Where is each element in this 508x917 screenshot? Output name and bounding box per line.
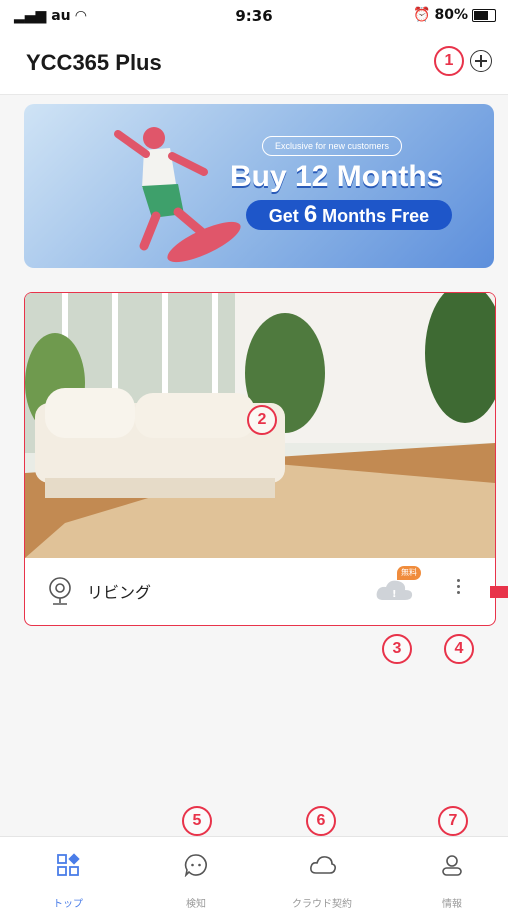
promo-sub-suffix: Months Free bbox=[317, 206, 430, 226]
tab-label-info: 情報 bbox=[442, 899, 462, 910]
promo-sub-prefix: Get bbox=[268, 206, 304, 226]
grid-icon bbox=[57, 853, 80, 876]
annotation-marker-4: 4 bbox=[444, 634, 474, 664]
add-device-button[interactable] bbox=[470, 50, 492, 72]
tab-label-detection: 検知 bbox=[186, 899, 206, 910]
battery-percent: 80% bbox=[434, 7, 468, 23]
cloud-storage-icon[interactable]: ! bbox=[375, 576, 415, 604]
annotation-marker-7: 7 bbox=[438, 806, 468, 836]
tab-cloud-plan[interactable]: クラウド契約 bbox=[272, 837, 372, 917]
promo-banner[interactable]: Exclusive for new customers Buy 12 Month… bbox=[24, 104, 494, 268]
status-right: ⏰ 80% bbox=[413, 7, 496, 23]
camera-card[interactable]: 2 リビング ! 無料 bbox=[24, 292, 496, 626]
promo-tag: Exclusive for new customers bbox=[262, 136, 403, 156]
annotation-marker-2: 2 bbox=[247, 405, 277, 435]
promo-headline: Buy 12 Months bbox=[230, 160, 444, 193]
skater-illustration bbox=[114, 127, 241, 263]
user-icon bbox=[442, 855, 462, 876]
svg-text:!: ! bbox=[392, 589, 397, 600]
annotation-connector bbox=[490, 586, 508, 598]
annotation-marker-1: 1 bbox=[434, 46, 464, 76]
status-bar: ▂▄▆ au ◠ 9:36 ⏰ 80% bbox=[0, 0, 508, 30]
tab-info[interactable]: 情報 bbox=[402, 837, 502, 917]
tab-label-top: トップ bbox=[53, 899, 83, 910]
promo-subline: Get 6 Months Free bbox=[246, 200, 452, 230]
camera-name: リビング bbox=[87, 583, 152, 602]
cloud-icon bbox=[310, 856, 336, 874]
tab-label-cloud-plan: クラウド契約 bbox=[292, 899, 352, 910]
annotation-marker-6: 6 bbox=[306, 806, 336, 836]
annotation-marker-5: 5 bbox=[182, 806, 212, 836]
camera-icon bbox=[49, 577, 71, 605]
chat-bubble-icon bbox=[184, 854, 207, 877]
promo-sub-number: 6 bbox=[303, 201, 318, 228]
battery-icon bbox=[472, 8, 496, 22]
app-header: YCC365 Plus 1 bbox=[0, 30, 508, 95]
annotation-marker-3: 3 bbox=[382, 634, 412, 664]
bottom-tab-bar: トップ 検知 クラウド契約 情報 bbox=[0, 836, 508, 917]
tab-detection[interactable]: 検知 bbox=[146, 837, 246, 917]
camera-info-row: リビング ! 無料 bbox=[25, 558, 495, 625]
more-options-icon[interactable] bbox=[453, 576, 463, 602]
tab-top[interactable]: トップ bbox=[18, 837, 118, 917]
alarm-icon: ⏰ bbox=[413, 7, 431, 23]
free-badge: 無料 bbox=[397, 566, 421, 580]
camera-preview[interactable]: 2 bbox=[25, 293, 495, 558]
page-title: YCC365 Plus bbox=[26, 50, 162, 75]
